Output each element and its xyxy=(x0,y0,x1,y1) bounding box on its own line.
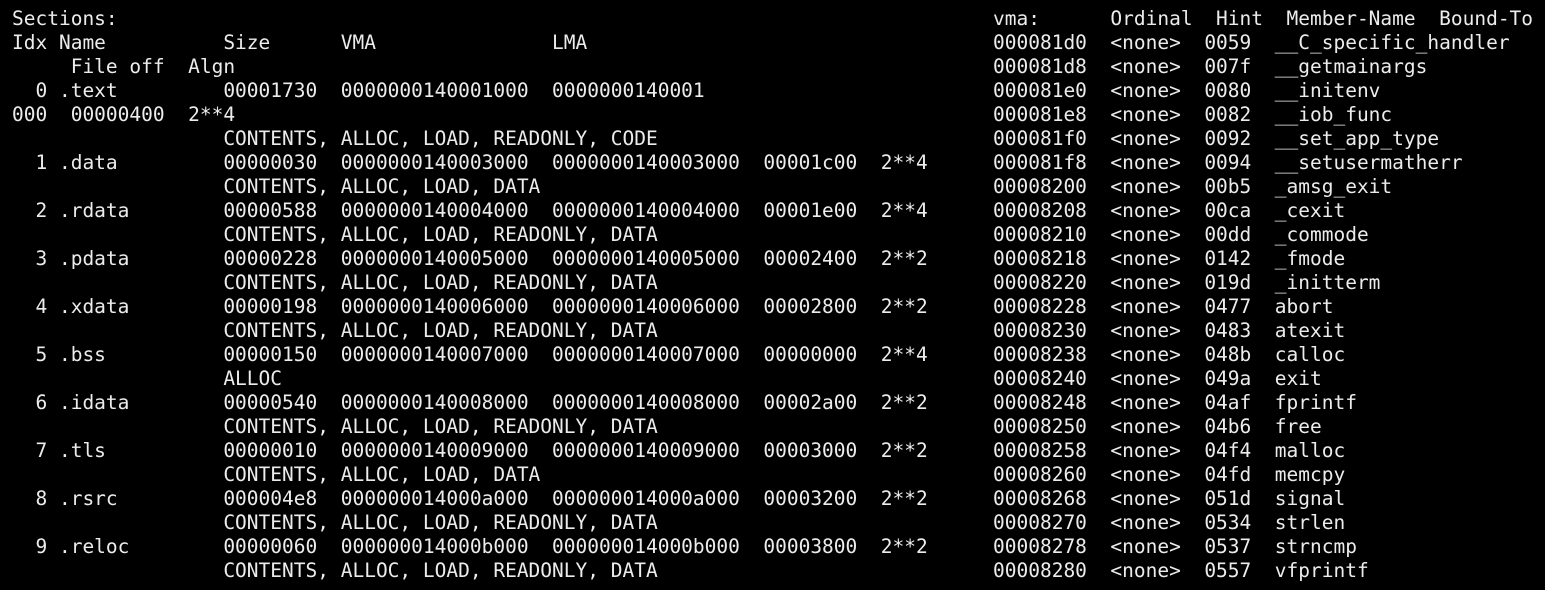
import-row: 00008200 <none> 00b5 _amsg_exit xyxy=(993,175,1393,198)
import-row: 00008218 <none> 0142 _fmode xyxy=(993,247,1346,270)
import-row: 00008270 <none> 0534 strlen xyxy=(993,511,1346,534)
section-line: CONTENTS, ALLOC, LOAD, READONLY, DATA xyxy=(12,319,658,342)
import-row: 00008238 <none> 048b calloc xyxy=(993,343,1346,366)
section-line: CONTENTS, ALLOC, LOAD, READONLY, DATA xyxy=(12,415,658,438)
sections-title: Sections: xyxy=(12,7,118,30)
section-line: 9 .reloc 00000060 000000014000b000 00000… xyxy=(12,535,928,558)
import-row: 00008248 <none> 04af fprintf xyxy=(993,391,1357,414)
section-line: CONTENTS, ALLOC, LOAD, READONLY, DATA xyxy=(12,511,658,534)
section-line: 4 .xdata 00000198 0000000140006000 00000… xyxy=(12,295,928,318)
import-row: 000081e0 <none> 0080 __initenv xyxy=(993,79,1381,102)
section-line: 0 .text 00001730 0000000140001000 000000… xyxy=(12,79,705,102)
import-row: 000081e8 <none> 0082 __iob_func xyxy=(993,103,1393,126)
import-row: 00008240 <none> 049a exit xyxy=(993,367,1322,390)
import-row: 000081d0 <none> 0059 __C_specific_handle… xyxy=(993,31,1510,54)
sections-dump: Sections: Idx Name Size VMA LMA File off … xyxy=(12,7,977,583)
import-row: 00008230 <none> 0483 atexit xyxy=(993,319,1346,342)
import-row: 00008220 <none> 019d _initterm xyxy=(993,271,1381,294)
import-row: 00008268 <none> 051d signal xyxy=(993,487,1346,510)
import-row: 00008210 <none> 00dd _commode xyxy=(993,223,1369,246)
section-line: 6 .idata 00000540 0000000140008000 00000… xyxy=(12,391,928,414)
section-line: CONTENTS, ALLOC, LOAD, READONLY, CODE xyxy=(12,127,658,150)
section-line: 7 .tls 00000010 0000000140009000 0000000… xyxy=(12,439,928,462)
section-line: CONTENTS, ALLOC, LOAD, READONLY, DATA xyxy=(12,223,658,246)
import-row: 00008260 <none> 04fd memcpy xyxy=(993,463,1346,486)
section-line: CONTENTS, ALLOC, LOAD, DATA xyxy=(12,463,541,486)
section-line: 2 .rdata 00000588 0000000140004000 00000… xyxy=(12,199,928,222)
import-table: vma: Ordinal Hint Member-Name Bound-To 00… xyxy=(993,7,1538,583)
section-line: CONTENTS, ALLOC, LOAD, READONLY, DATA xyxy=(12,271,658,294)
import-row: 00008258 <none> 04f4 malloc xyxy=(993,439,1346,462)
import-row: 000081f0 <none> 0092 __set_app_type xyxy=(993,127,1440,150)
import-row: 00008280 <none> 0557 vfprintf xyxy=(993,559,1369,582)
import-row: 00008228 <none> 0477 abort xyxy=(993,295,1334,318)
import-row: 00008208 <none> 00ca _cexit xyxy=(993,199,1346,222)
import-row: 000081f8 <none> 0094 __setusermatherr xyxy=(993,151,1463,174)
section-line: 3 .pdata 00000228 0000000140005000 00000… xyxy=(12,247,928,270)
import-row: 00008250 <none> 04b6 free xyxy=(993,415,1322,438)
import-row: 00008278 <none> 0537 strncmp xyxy=(993,535,1357,558)
section-line: 5 .bss 00000150 0000000140007000 0000000… xyxy=(12,343,928,366)
section-line: 1 .data 00000030 0000000140003000 000000… xyxy=(12,151,928,174)
sections-header: Idx Name Size VMA LMA xyxy=(12,31,588,54)
section-line: ALLOC xyxy=(12,367,283,390)
section-line: 000 00000400 2**4 xyxy=(12,103,236,126)
import-table-header: vma: Ordinal Hint Member-Name Bound-To xyxy=(993,7,1534,30)
import-row: 000081d8 <none> 007f __getmainargs xyxy=(993,55,1428,78)
section-line: CONTENTS, ALLOC, LOAD, DATA xyxy=(12,175,541,198)
section-line: 8 .rsrc 000004e8 000000014000a000 000000… xyxy=(12,487,928,510)
sections-subheader: File off Algn xyxy=(12,55,236,78)
section-line: CONTENTS, ALLOC, LOAD, READONLY, DATA xyxy=(12,559,658,582)
